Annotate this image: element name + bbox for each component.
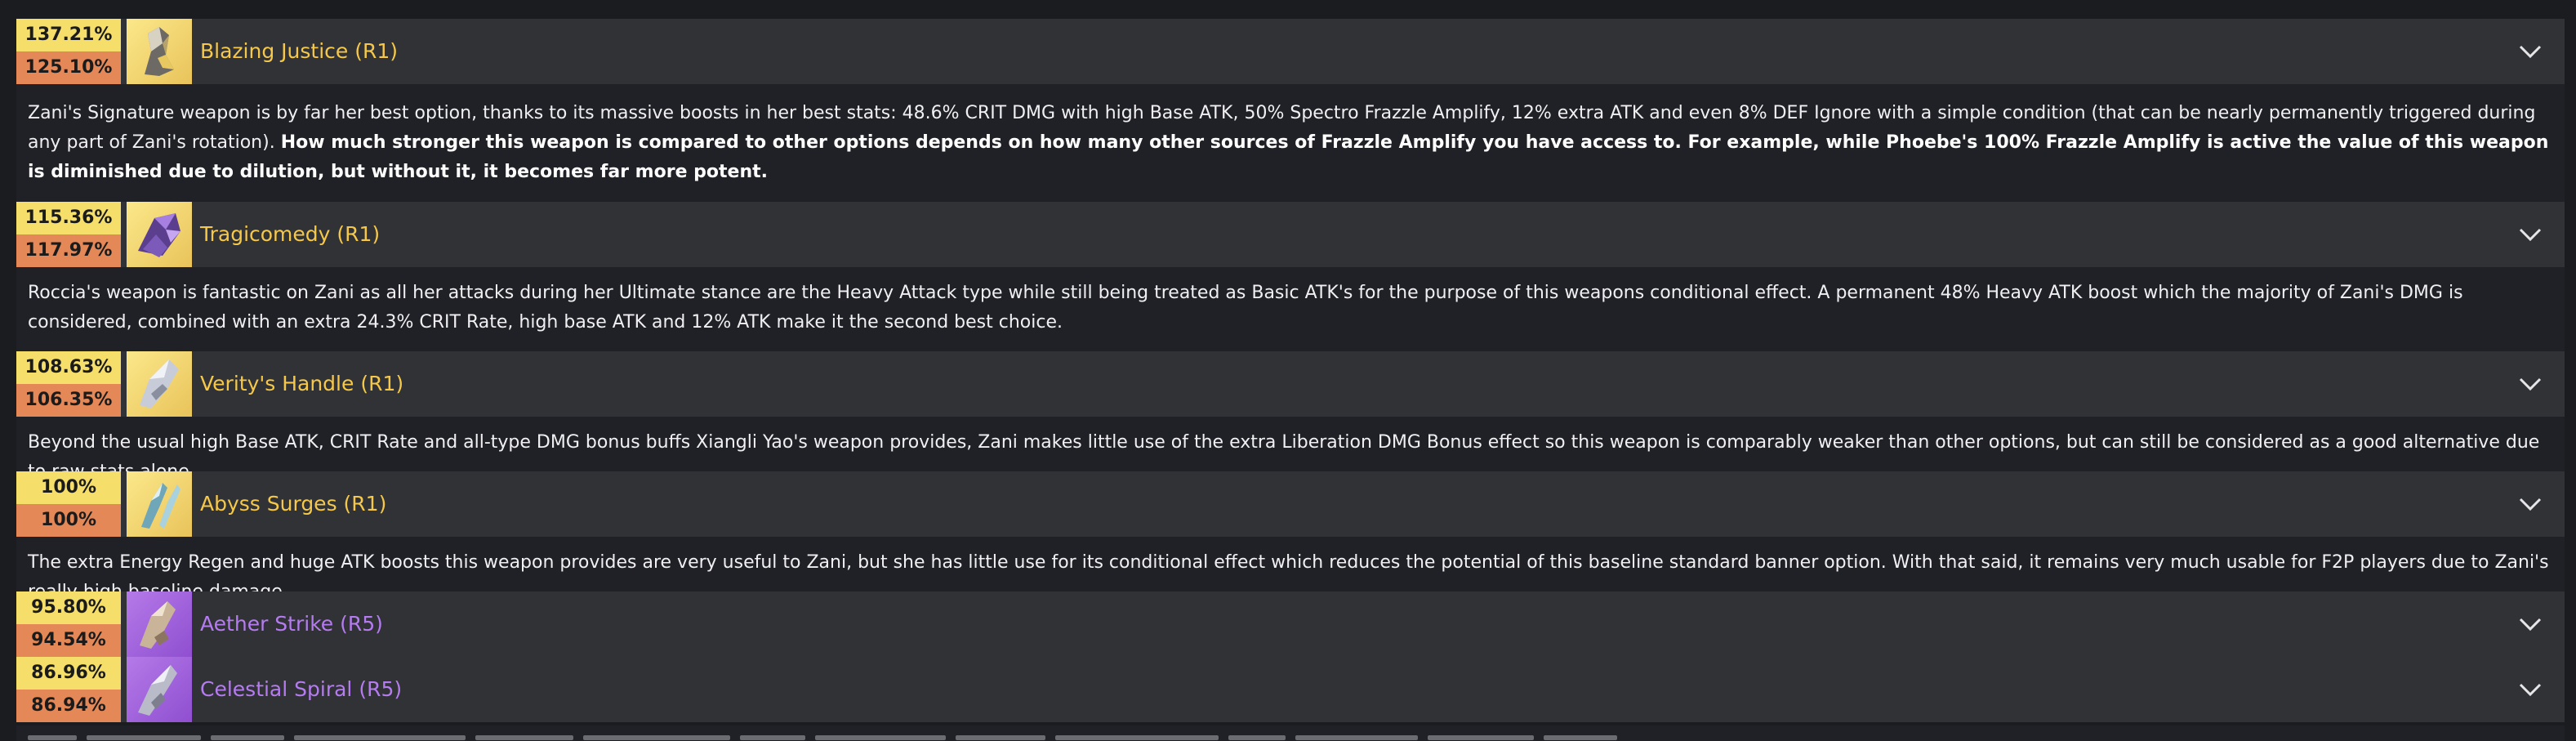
percent-top: 95.80%	[16, 591, 121, 624]
clipped-text-line	[28, 725, 2553, 741]
chevron-down-icon[interactable]	[2516, 220, 2545, 249]
weapon-description: Beyond the usual high Base ATK, CRIT Rat…	[16, 417, 2565, 482]
weapon-description: Roccia's weapon is fantastic on Zani as …	[16, 267, 2565, 351]
clipped-description	[16, 725, 2565, 741]
weapon-row-abyss-surges[interactable]: 100% 100% Abyss Surges (R1)	[16, 471, 2565, 537]
chevron-down-icon[interactable]	[2516, 675, 2545, 704]
percent-bottom: 117.97%	[16, 234, 121, 267]
weapon-name[interactable]: Tragicomedy (R1)	[200, 202, 380, 267]
percent-top: 137.21%	[16, 19, 121, 51]
weapon-list: 137.21% 125.10% Blazing Justice (R1) Zan…	[0, 0, 2576, 741]
chevron-down-icon[interactable]	[2516, 489, 2545, 519]
percent-top: 86.96%	[16, 657, 121, 690]
percent-top: 108.63%	[16, 351, 121, 384]
weapon-percent-block: 137.21% 125.10%	[16, 19, 121, 84]
weapon-name[interactable]: Verity's Handle (R1)	[200, 351, 403, 417]
percent-bottom: 94.54%	[16, 624, 121, 657]
chevron-down-icon[interactable]	[2516, 609, 2545, 639]
percent-bottom: 86.94%	[16, 690, 121, 722]
percent-bottom: 100%	[16, 504, 121, 537]
chevron-down-icon[interactable]	[2516, 37, 2545, 66]
gauntlet-weapon-icon	[127, 591, 192, 657]
gauntlet-weapon-icon	[127, 351, 192, 417]
weapon-percent-block: 100% 100%	[16, 471, 121, 537]
weapon-description: Zani's Signature weapon is by far her be…	[16, 84, 2565, 202]
weapon-row-blazing-justice[interactable]: 137.21% 125.10% Blazing Justice (R1)	[16, 19, 2565, 84]
weapon-name[interactable]: Blazing Justice (R1)	[200, 19, 398, 84]
weapon-name[interactable]: Aether Strike (R5)	[200, 591, 383, 657]
gauntlet-weapon-icon	[127, 19, 192, 84]
weapon-description: The extra Energy Regen and huge ATK boos…	[16, 537, 2565, 602]
weapon-percent-block: 108.63% 106.35%	[16, 351, 121, 417]
weapon-percent-block: 86.96% 86.94%	[16, 657, 121, 722]
gauntlet-weapon-icon	[127, 471, 192, 537]
gauntlet-weapon-icon	[127, 657, 192, 722]
percent-bottom: 125.10%	[16, 51, 121, 84]
description-text: Roccia's weapon is fantastic on Zani as …	[28, 283, 2463, 333]
description-bold-text: How much stronger this weapon is compare…	[28, 132, 2549, 182]
percent-top: 100%	[16, 471, 121, 504]
weapon-row-tragicomedy[interactable]: 115.36% 117.97% Tragicomedy (R1)	[16, 202, 2565, 267]
percent-bottom: 106.35%	[16, 384, 121, 417]
chevron-down-icon[interactable]	[2516, 369, 2545, 399]
weapon-row-aether-strike[interactable]: 95.80% 94.54% Aether Strike (R5)	[16, 591, 2565, 657]
weapon-percent-block: 115.36% 117.97%	[16, 202, 121, 267]
weapon-row-veritys-handle[interactable]: 108.63% 106.35% Verity's Handle (R1)	[16, 351, 2565, 417]
weapon-name[interactable]: Celestial Spiral (R5)	[200, 657, 402, 722]
weapon-percent-block: 95.80% 94.54%	[16, 591, 121, 657]
weapon-row-celestial-spiral[interactable]: 86.96% 86.94% Celestial Spiral (R5)	[16, 657, 2565, 722]
percent-top: 115.36%	[16, 202, 121, 234]
weapon-name[interactable]: Abyss Surges (R1)	[200, 471, 386, 537]
gauntlet-weapon-icon	[127, 202, 192, 267]
